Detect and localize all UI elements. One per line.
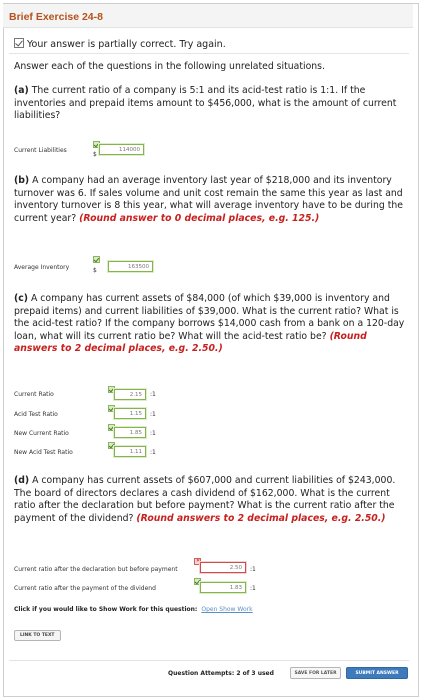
currency-symbol: $ xyxy=(93,151,97,158)
ratio-suffix: :1 xyxy=(150,411,156,418)
part-d-instruction: (Round answers to 2 decimal places, e.g.… xyxy=(136,512,386,524)
acid-test-ratio-label: Acid Test Ratio xyxy=(14,411,58,418)
current-ratio-input[interactable]: 2.15 xyxy=(114,389,146,400)
submit-answer-button[interactable]: SUBMIT ANSWER xyxy=(346,667,408,679)
part-b-instruction: (Round answer to 0 decimal places, e.g. … xyxy=(79,212,320,224)
acid-test-ratio-input[interactable]: 1.15 xyxy=(114,408,146,419)
ratio-suffix: :1 xyxy=(150,391,156,398)
current-ratio-label: Current Ratio xyxy=(14,391,54,398)
ratio-before-payment-label: Current ratio after the declaration but … xyxy=(14,566,178,573)
new-acid-test-ratio-label: New Acid Test Ratio xyxy=(14,449,73,456)
new-current-ratio-input[interactable]: 1.85 xyxy=(114,427,146,438)
divider xyxy=(9,53,409,54)
new-current-ratio-label: New Current Ratio xyxy=(14,430,69,437)
average-inventory-label: Average Inventory xyxy=(14,264,70,271)
question-attempts: Question Attempts: 2 of 3 used xyxy=(168,670,274,677)
part-a-text: The current ratio of a company is 5:1 an… xyxy=(14,85,397,121)
intro-text: Answer each of the questions in the foll… xyxy=(14,61,325,72)
ratio-suffix: :1 xyxy=(250,566,256,573)
show-work-prompt: Click if you would like to Show Work for… xyxy=(14,606,198,613)
divider xyxy=(9,660,409,661)
new-acid-test-ratio-input[interactable]: 1.11 xyxy=(114,446,146,457)
ratio-suffix: :1 xyxy=(150,449,156,456)
part-b-label: (b) xyxy=(14,175,30,186)
part-b-question: (b) A company had an average inventory l… xyxy=(14,175,406,225)
part-c-question: (c) A company has current assets of $84,… xyxy=(14,293,406,356)
part-d-question: (d) A company has current assets of $607… xyxy=(14,475,406,525)
part-d-label: (d) xyxy=(14,475,30,486)
correct-flag-icon xyxy=(93,256,100,263)
part-a-label: (a) xyxy=(14,85,29,96)
ratio-after-payment-input[interactable]: 1.83 xyxy=(200,582,246,593)
ratio-suffix: :1 xyxy=(150,430,156,437)
currency-symbol: $ xyxy=(93,267,97,274)
part-c-label: (c) xyxy=(14,293,29,304)
answer-status: Your answer is partially correct. Try ag… xyxy=(14,38,226,50)
average-inventory-input[interactable]: 163500 xyxy=(108,261,153,272)
current-liabilities-label: Current Liabilities xyxy=(14,147,67,154)
ratio-before-payment-input[interactable]: 2.50 xyxy=(200,562,246,573)
open-show-work-link[interactable]: Open Show Work xyxy=(201,606,252,613)
save-for-later-button[interactable]: SAVE FOR LATER xyxy=(290,667,341,679)
link-to-text-button[interactable]: LINK TO TEXT xyxy=(14,630,61,641)
current-liabilities-input[interactable]: 114000 xyxy=(99,144,144,155)
show-work-row: Click if you would like to Show Work for… xyxy=(14,606,253,613)
status-text: Your answer is partially correct. Try ag… xyxy=(27,39,226,50)
part-a-question: (a) The current ratio of a company is 5:… xyxy=(14,85,406,123)
ratio-after-payment-label: Current ratio after the payment of the d… xyxy=(14,585,156,592)
partially-correct-icon xyxy=(14,38,24,48)
exercise-title: Brief Exercise 24-8 xyxy=(9,11,103,23)
ratio-suffix: :1 xyxy=(250,585,256,592)
